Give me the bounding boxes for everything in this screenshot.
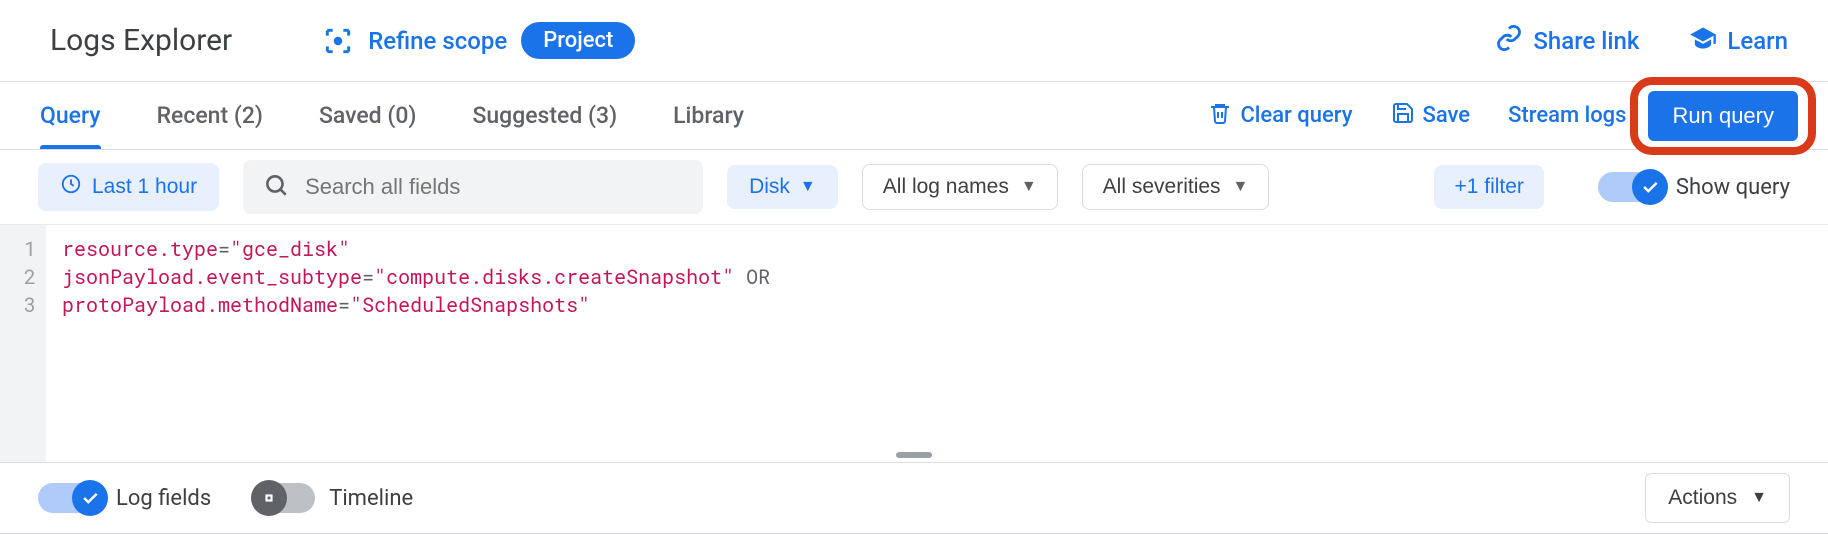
page-title: Logs Explorer <box>50 23 232 58</box>
stream-logs-label: Stream logs <box>1508 103 1626 128</box>
editor-code[interactable]: resource.type="gce_disk" jsonPayload.eve… <box>46 225 1828 462</box>
actions-label: Actions <box>1668 486 1737 510</box>
query-editor[interactable]: 1 2 3 resource.type="gce_disk" jsonPaylo… <box>0 224 1828 462</box>
save-icon <box>1391 101 1415 131</box>
show-query-toggle[interactable] <box>1598 172 1662 202</box>
log-fields-label: Log fields <box>116 486 211 511</box>
log-fields-toggle[interactable] <box>38 483 102 513</box>
tab-query[interactable]: Query <box>40 82 101 149</box>
timeline-toggle-wrap: Timeline <box>251 483 413 513</box>
scope-pill[interactable]: Project <box>521 22 635 59</box>
search-fields-box[interactable] <box>243 160 703 214</box>
actions-dropdown[interactable]: Actions ▼ <box>1645 473 1790 523</box>
code-line-2: jsonPayload.event_subtype="compute.disks… <box>62 263 1818 291</box>
stream-logs-button[interactable]: Stream logs <box>1508 103 1626 128</box>
clock-icon <box>60 173 82 201</box>
show-query-label: Show query <box>1676 175 1790 200</box>
trash-icon <box>1208 101 1232 131</box>
line-number: 1 <box>0 235 36 263</box>
line-number: 3 <box>0 291 36 319</box>
scope-target-icon <box>322 25 354 57</box>
log-names-label: All log names <box>883 175 1009 199</box>
severities-label: All severities <box>1103 175 1221 199</box>
caret-down-icon: ▼ <box>1751 489 1767 507</box>
log-fields-toggle-wrap: Log fields <box>38 483 211 513</box>
code-line-1: resource.type="gce_disk" <box>62 235 1818 263</box>
time-range-chip[interactable]: Last 1 hour <box>38 163 219 211</box>
log-names-dropdown[interactable]: All log names ▼ <box>862 164 1058 210</box>
resource-chip-label: Disk <box>749 175 790 199</box>
time-range-label: Last 1 hour <box>92 175 197 199</box>
clear-query-label: Clear query <box>1240 103 1352 128</box>
run-query-highlight: Run query <box>1648 91 1798 141</box>
results-toolbar: Log fields Timeline Actions ▼ <box>0 462 1828 534</box>
filter-bar: Last 1 hour Disk ▼ All log names ▼ All s… <box>0 150 1828 224</box>
search-icon <box>263 172 289 202</box>
show-query-toggle-wrap: Show query <box>1598 172 1790 202</box>
search-input[interactable] <box>305 174 683 200</box>
share-link-button[interactable]: Share link <box>1495 24 1639 58</box>
refine-scope-area: Refine scope Project <box>322 22 635 59</box>
tab-recent[interactable]: Recent (2) <box>157 82 263 149</box>
line-number: 2 <box>0 263 36 291</box>
timeline-label: Timeline <box>329 486 413 511</box>
learn-button[interactable]: Learn <box>1689 24 1788 58</box>
header: Logs Explorer Refine scope Project Share… <box>0 0 1828 82</box>
query-tabs-row: Query Recent (2) Saved (0) Suggested (3)… <box>0 82 1828 150</box>
tab-suggested[interactable]: Suggested (3) <box>472 82 617 149</box>
caret-down-icon: ▼ <box>1021 178 1037 196</box>
editor-gutter: 1 2 3 <box>0 225 46 462</box>
run-query-button[interactable]: Run query <box>1648 91 1798 141</box>
severities-dropdown[interactable]: All severities ▼ <box>1082 164 1270 210</box>
toggle-knob-on <box>1632 169 1668 205</box>
caret-down-icon: ▼ <box>800 178 816 196</box>
resource-chip[interactable]: Disk ▼ <box>727 165 838 209</box>
learn-label: Learn <box>1727 27 1788 55</box>
link-icon <box>1495 24 1523 58</box>
caret-down-icon: ▼ <box>1233 178 1249 196</box>
graduation-icon <box>1689 24 1717 58</box>
plus-filter-chip[interactable]: +1 filter <box>1434 165 1543 209</box>
resize-handle[interactable] <box>896 452 932 458</box>
save-label: Save <box>1423 103 1471 128</box>
clear-query-button[interactable]: Clear query <box>1208 101 1352 131</box>
toggle-knob-off <box>251 480 287 516</box>
tab-library[interactable]: Library <box>673 82 744 149</box>
save-button[interactable]: Save <box>1391 101 1471 131</box>
refine-scope-button[interactable]: Refine scope <box>368 27 507 55</box>
tab-saved[interactable]: Saved (0) <box>319 82 417 149</box>
toggle-knob-on <box>72 480 108 516</box>
timeline-toggle[interactable] <box>251 483 315 513</box>
share-link-label: Share link <box>1533 27 1639 55</box>
code-line-3: protoPayload.methodName="ScheduledSnapsh… <box>62 291 1818 319</box>
